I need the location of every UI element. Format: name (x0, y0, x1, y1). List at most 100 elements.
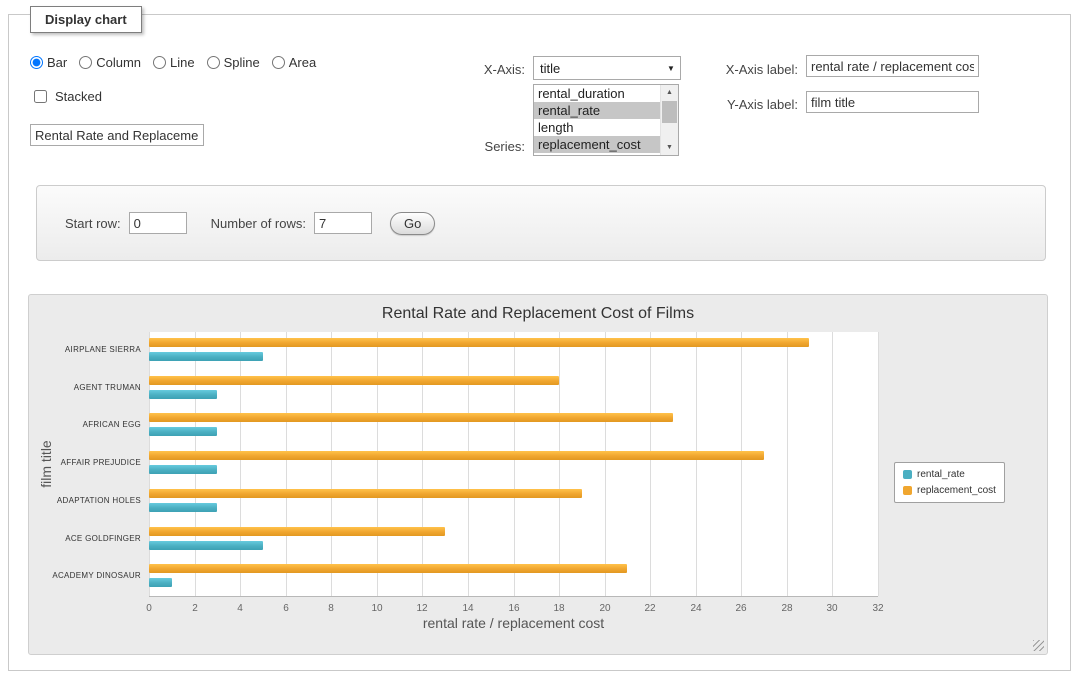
start-row-input[interactable] (129, 212, 187, 234)
gridline (605, 332, 606, 596)
chart-type-option-line[interactable]: Line (153, 55, 195, 70)
series-listbox-scrollbar[interactable]: ▲ ▼ (660, 85, 678, 155)
category-label: AIRPLANE SIERRA (29, 345, 141, 354)
x-tick-label: 10 (362, 603, 392, 614)
series-listbox[interactable]: rental_durationrental_ratelengthreplacem… (533, 84, 679, 156)
gridline (741, 332, 742, 596)
start-row-label: Start row: (65, 216, 121, 231)
x-tick-label: 0 (134, 603, 164, 614)
num-rows-input[interactable] (314, 212, 372, 234)
go-button[interactable]: Go (390, 212, 435, 235)
bar-replacement_cost[interactable] (149, 489, 582, 498)
y-axis-label-input[interactable] (806, 91, 979, 113)
chart-legend: rental_rate replacement_cost (894, 462, 1005, 503)
bar-replacement_cost[interactable] (149, 413, 673, 422)
radio-bar[interactable] (30, 56, 43, 69)
stacked-checkbox[interactable] (34, 90, 47, 103)
gridline (559, 332, 560, 596)
radio-label: Column (96, 55, 141, 70)
gridline (195, 332, 196, 596)
x-tick-label: 32 (863, 603, 893, 614)
x-tick-label: 4 (225, 603, 255, 614)
bar-replacement_cost[interactable] (149, 376, 559, 385)
row-range-panel: Start row: Number of rows: Go (36, 185, 1046, 261)
bar-replacement_cost[interactable] (149, 564, 627, 573)
bar-replacement_cost[interactable] (149, 338, 809, 347)
radio-spline[interactable] (207, 56, 220, 69)
gridline (331, 332, 332, 596)
x-axis-select-label: X-Axis: (430, 62, 525, 77)
legend-item-replacement_cost[interactable]: replacement_cost (903, 485, 996, 496)
scroll-up-icon[interactable]: ▲ (661, 85, 678, 100)
chart-type-option-area[interactable]: Area (272, 55, 316, 70)
series-option-replacement_cost[interactable]: replacement_cost (534, 136, 660, 153)
series-option-length[interactable]: length (534, 119, 660, 136)
chart-title: Rental Rate and Replacement Cost of Film… (29, 305, 1047, 323)
legend-swatch (903, 470, 912, 479)
x-tick-label: 2 (180, 603, 210, 614)
series-option-rental_duration[interactable]: rental_duration (534, 85, 660, 102)
bar-rental_rate[interactable] (149, 578, 172, 587)
series-listbox-options: rental_durationrental_ratelengthreplacem… (534, 85, 660, 155)
x-axis-label-input[interactable] (806, 55, 979, 77)
radio-area[interactable] (272, 56, 285, 69)
category-label: AFRICAN EGG (29, 420, 141, 429)
x-axis-title: rental rate / replacement cost (149, 615, 878, 631)
radio-label: Area (289, 55, 316, 70)
scroll-down-icon[interactable]: ▼ (661, 140, 678, 155)
x-tick-label: 6 (271, 603, 301, 614)
bar-rental_rate[interactable] (149, 352, 263, 361)
chart-type-option-column[interactable]: Column (79, 55, 141, 70)
bar-rental_rate[interactable] (149, 503, 217, 512)
bar-rental_rate[interactable] (149, 427, 217, 436)
series-option-rental_rate[interactable]: rental_rate (534, 102, 660, 119)
gridline (696, 332, 697, 596)
gridline (650, 332, 651, 596)
bar-rental_rate[interactable] (149, 465, 217, 474)
bar-replacement_cost[interactable] (149, 451, 764, 460)
category-label: AGENT TRUMAN (29, 383, 141, 392)
scroll-thumb[interactable] (662, 101, 677, 123)
gridline (787, 332, 788, 596)
bar-rental_rate[interactable] (149, 541, 263, 550)
radio-label: Line (170, 55, 195, 70)
panel-title: Display chart (30, 6, 142, 33)
x-tick-label: 26 (726, 603, 756, 614)
x-axis-select[interactable]: title ▼ (533, 56, 681, 80)
chart-type-option-bar[interactable]: Bar (30, 55, 67, 70)
bar-rental_rate[interactable] (149, 390, 217, 399)
stacked-option[interactable]: Stacked (30, 87, 102, 106)
x-tick-label: 16 (499, 603, 529, 614)
gridline (468, 332, 469, 596)
gridline (878, 332, 879, 596)
x-tick-label: 12 (407, 603, 437, 614)
radio-line[interactable] (153, 56, 166, 69)
stacked-label: Stacked (55, 89, 102, 104)
category-label: ACADEMY DINOSAUR (29, 571, 141, 580)
resize-handle-icon[interactable] (1033, 640, 1044, 651)
x-tick-label: 28 (772, 603, 802, 614)
chart-type-option-spline[interactable]: Spline (207, 55, 260, 70)
x-tick-label: 30 (817, 603, 847, 614)
gridline (377, 332, 378, 596)
legend-swatch (903, 486, 912, 495)
chart-type-radio-group: Bar Column Line Spline Area (30, 55, 316, 70)
gridline (422, 332, 423, 596)
legend-item-rental_rate[interactable]: rental_rate (903, 469, 996, 480)
x-tick-label: 20 (590, 603, 620, 614)
x-axis-label-field-label: X-Axis label: (690, 62, 798, 77)
x-tick-label: 18 (544, 603, 574, 614)
chevron-down-icon: ▼ (662, 64, 680, 73)
category-label: ACE GOLDFINGER (29, 534, 141, 543)
gridline (514, 332, 515, 596)
radio-column[interactable] (79, 56, 92, 69)
bar-replacement_cost[interactable] (149, 527, 445, 536)
x-tick-label: 24 (681, 603, 711, 614)
y-axis-label-field-label: Y-Axis label: (690, 97, 798, 112)
chart-panel: Rental Rate and Replacement Cost of Film… (28, 294, 1048, 655)
x-tick-label: 22 (635, 603, 665, 614)
radio-label: Spline (224, 55, 260, 70)
legend-label: rental_rate (917, 469, 965, 480)
gridline (286, 332, 287, 596)
chart-title-input[interactable] (30, 124, 204, 146)
